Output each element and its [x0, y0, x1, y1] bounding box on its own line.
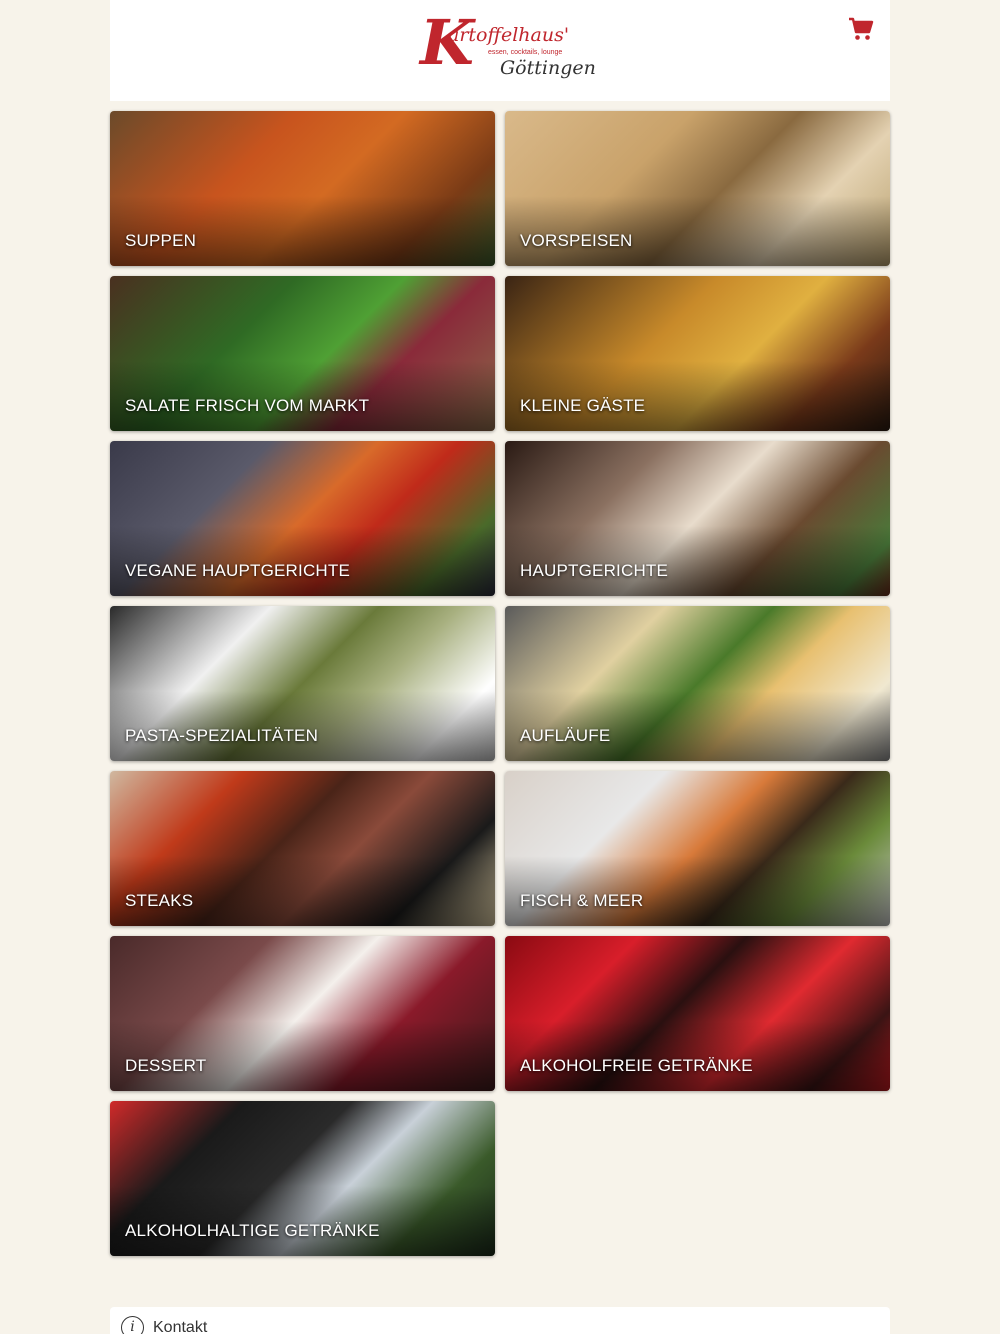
category-tile[interactable]: FISCH & MEER	[505, 771, 890, 926]
category-label: AUFLÄUFE	[520, 726, 611, 745]
logo-city: Göttingen	[500, 57, 596, 79]
category-tile[interactable]: HAUPTGERICHTE	[505, 441, 890, 596]
header: K artoffelhaus' essen, cocktails, lounge…	[110, 0, 890, 101]
info-icon: i	[121, 1316, 144, 1334]
category-tile[interactable]: ALKOHOLFREIE GETRÄNKE	[505, 936, 890, 1091]
category-tile[interactable]: AUFLÄUFE	[505, 606, 890, 761]
category-label: KLEINE GÄSTE	[520, 396, 646, 415]
category-tile[interactable]: VORSPEISEN	[505, 111, 890, 266]
category-tile[interactable]: SALATE FRISCH VOM MARKT	[110, 276, 495, 431]
category-label: FISCH & MEER	[520, 891, 644, 910]
logo[interactable]: K artoffelhaus' essen, cocktails, lounge…	[420, 12, 596, 86]
category-tile[interactable]: SUPPEN	[110, 111, 495, 266]
category-label: VORSPEISEN	[520, 231, 633, 250]
shopping-cart-icon[interactable]	[848, 16, 874, 42]
category-tile[interactable]: PASTA-SPEZIALITÄTEN	[110, 606, 495, 761]
category-tile[interactable]: KLEINE GÄSTE	[505, 276, 890, 431]
category-label: SUPPEN	[125, 231, 197, 250]
category-label: DESSERT	[125, 1056, 207, 1075]
category-label: ALKOHOLHALTIGE GETRÄNKE	[125, 1221, 380, 1240]
footer: i Kontakt	[110, 1307, 890, 1334]
category-tile[interactable]: DESSERT	[110, 936, 495, 1091]
category-label: HAUPTGERICHTE	[520, 561, 669, 580]
category-label: ALKOHOLFREIE GETRÄNKE	[520, 1056, 753, 1075]
logo-tagline: essen, cocktails, lounge	[488, 49, 563, 56]
logo-name: artoffelhaus'	[448, 24, 570, 46]
category-label: VEGANE HAUPTGERICHTE	[125, 561, 351, 580]
category-tile[interactable]: VEGANE HAUPTGERICHTE	[110, 441, 495, 596]
category-tile[interactable]: STEAKS	[110, 771, 495, 926]
category-label: SALATE FRISCH VOM MARKT	[125, 396, 370, 415]
category-label: PASTA-SPEZIALITÄTEN	[125, 726, 319, 745]
contact-link[interactable]: Kontakt	[153, 1319, 207, 1334]
category-label: STEAKS	[125, 891, 194, 910]
category-tile[interactable]: ALKOHOLHALTIGE GETRÄNKE	[110, 1101, 495, 1256]
